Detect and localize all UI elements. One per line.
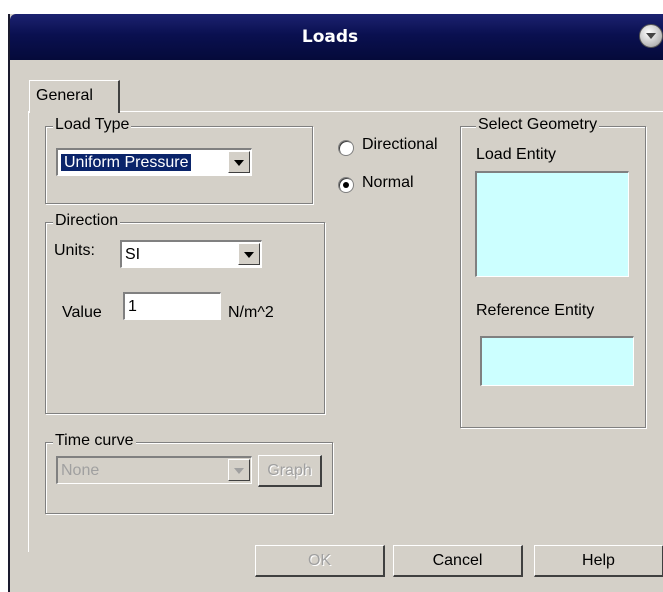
load-entity-label: Load Entity (476, 146, 557, 163)
value-text: 1 (128, 298, 137, 315)
value-unit-label: N/m^2 (228, 304, 274, 321)
tab-general[interactable]: General (29, 80, 120, 113)
reference-entity-list[interactable] (480, 336, 634, 386)
loads-dialog: Loads General Load Type Uniform Pressure… (8, 14, 663, 592)
value-input[interactable]: 1 (123, 292, 221, 320)
time-curve-value: None (61, 462, 100, 479)
normal-radio[interactable] (338, 177, 354, 193)
chevron-down-icon (234, 160, 244, 166)
window-menu-button[interactable] (639, 24, 663, 48)
cancel-button[interactable]: Cancel (393, 545, 523, 577)
normal-label: Normal (362, 174, 414, 191)
select-geometry-legend: Select Geometry (476, 116, 600, 134)
load-type-select[interactable]: Uniform Pressure (56, 148, 252, 176)
reference-entity-label: Reference Entity (476, 302, 595, 319)
load-type-dropdown-button[interactable] (228, 151, 250, 173)
time-curve-select[interactable]: None (56, 456, 252, 484)
units-value: SI (125, 246, 141, 263)
direction-legend: Direction (53, 212, 121, 230)
load-entity-list[interactable] (475, 171, 629, 277)
load-type-legend: Load Type (53, 116, 132, 134)
chevron-down-icon (244, 252, 254, 258)
window-title: Loads (301, 27, 359, 47)
units-select[interactable]: SI (120, 240, 262, 268)
units-dropdown-button[interactable] (238, 243, 260, 265)
tab-general-label: General (36, 87, 93, 104)
load-type-value: Uniform Pressure (59, 153, 193, 172)
graph-button[interactable]: Graph (258, 455, 322, 487)
time-curve-legend: Time curve (53, 432, 136, 450)
title-bar[interactable]: Loads (10, 14, 663, 60)
directional-label: Directional (362, 136, 438, 153)
chevron-down-icon (646, 33, 656, 39)
units-label: Units: (54, 242, 95, 259)
help-button[interactable]: Help (534, 545, 663, 577)
ok-button[interactable]: OK (255, 545, 385, 577)
chevron-down-icon (234, 468, 244, 474)
directional-radio[interactable] (338, 140, 354, 156)
time-curve-dropdown-button[interactable] (228, 459, 250, 481)
value-label: Value (62, 304, 102, 321)
